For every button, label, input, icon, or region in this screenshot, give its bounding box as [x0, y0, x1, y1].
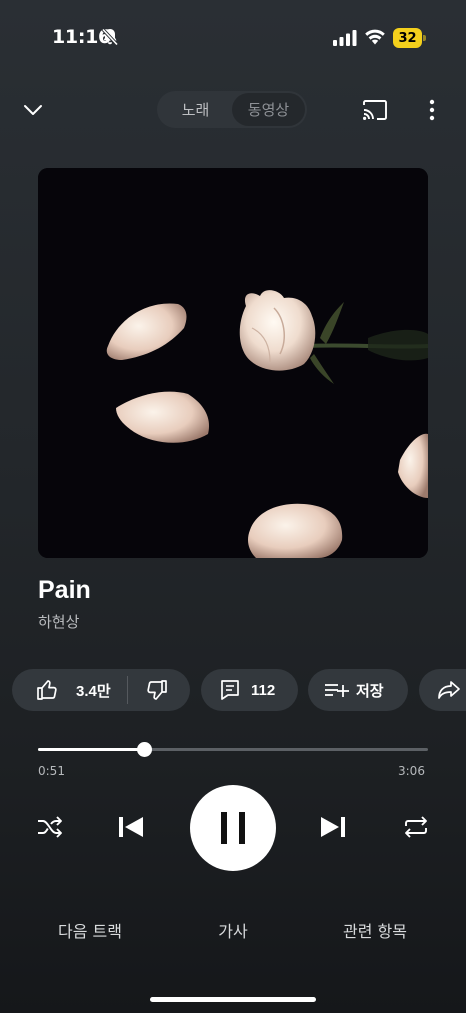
album-art [38, 168, 428, 558]
comment-count: 112 [251, 681, 276, 699]
save-label: 저장 [356, 682, 384, 700]
skip-next-icon[interactable] [318, 814, 348, 840]
share-button[interactable] [419, 669, 466, 711]
progress-scrubber[interactable] [137, 742, 153, 757]
track-title: Pain [38, 576, 91, 604]
save-button[interactable]: 저장 [308, 669, 408, 711]
home-indicator[interactable] [150, 997, 316, 1002]
thumbs-down-icon[interactable] [146, 679, 168, 701]
song-video-toggle[interactable]: 노래 동영상 [157, 91, 307, 128]
tab-lyrics[interactable]: 가사 [163, 918, 303, 942]
tab-up-next[interactable]: 다음 트랙 [20, 918, 160, 942]
rose-petals-artwork [38, 168, 428, 558]
cast-icon[interactable] [362, 99, 388, 121]
like-dislike-chip: 3.4만 [12, 669, 190, 711]
pause-icon [221, 812, 245, 844]
more-options-icon[interactable] [424, 98, 440, 122]
bell-muted-icon [101, 28, 119, 46]
pause-button[interactable] [190, 785, 276, 871]
share-icon [438, 681, 460, 699]
skip-previous-icon[interactable] [116, 814, 146, 840]
total-duration: 3:06 [398, 764, 425, 778]
like-count[interactable]: 3.4만 [76, 680, 111, 701]
tab-related[interactable]: 관련 항목 [305, 918, 445, 942]
progress-fill [38, 748, 145, 751]
thumbs-up-icon[interactable] [36, 679, 58, 701]
shuffle-icon[interactable] [36, 814, 64, 840]
repeat-icon[interactable] [402, 814, 430, 840]
tab-song[interactable]: 노래 [159, 93, 232, 126]
chip-divider [126, 676, 128, 704]
cellular-signal-icon [333, 30, 357, 46]
wifi-icon [365, 29, 385, 45]
tab-video[interactable]: 동영상 [232, 93, 305, 126]
chevron-down-icon[interactable] [22, 100, 44, 120]
playlist-add-icon [325, 684, 349, 697]
elapsed-time: 0:51 [38, 764, 65, 778]
comments-button[interactable]: 112 [201, 669, 298, 711]
progress-track[interactable] [38, 748, 428, 751]
comment-icon [221, 680, 239, 700]
track-artist[interactable]: 하현상 [38, 611, 79, 632]
battery-indicator: 32 [393, 28, 426, 48]
battery-level: 32 [393, 28, 422, 48]
